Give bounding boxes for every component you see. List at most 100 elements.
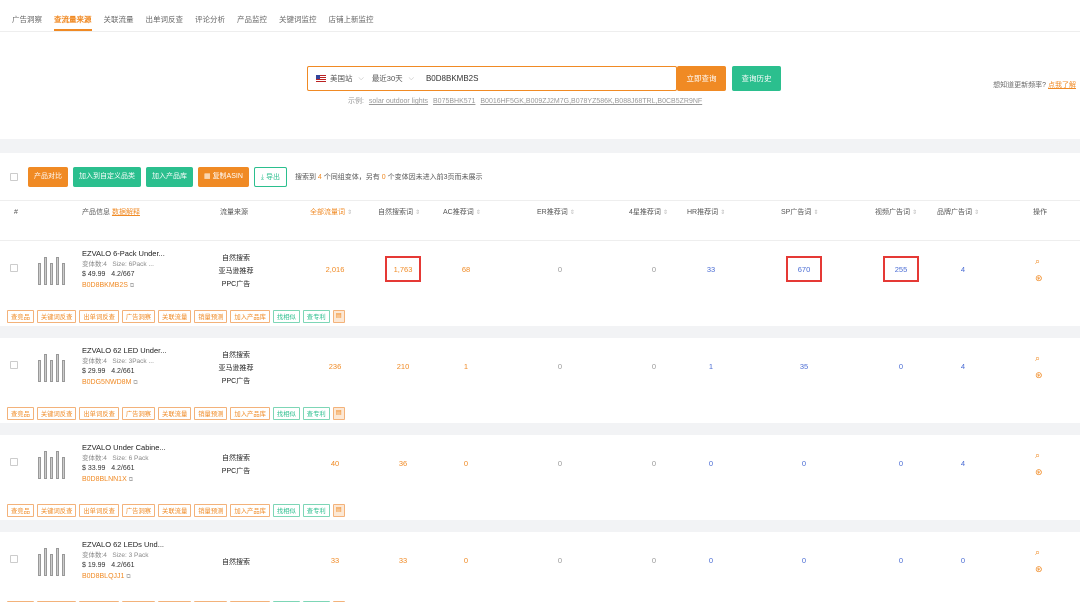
metric-hr[interactable]: 0 — [709, 459, 713, 468]
tag-button[interactable]: 关联流量 — [158, 310, 192, 323]
metric-total[interactable]: 236 — [329, 362, 342, 371]
chevron-down-icon[interactable]: ⌵ — [359, 75, 364, 83]
tag-button[interactable]: 加入产品库 — [230, 310, 270, 323]
tag-button[interactable]: 出单词反查 — [79, 310, 119, 323]
metric-er[interactable]: 0 — [558, 265, 562, 274]
metric-brand[interactable]: 4 — [961, 459, 965, 468]
search-icon[interactable]: ⌕ — [1035, 350, 1043, 367]
tag-button[interactable]: 查竞品 — [7, 407, 34, 420]
freq-link[interactable]: 点我了解 — [1048, 82, 1076, 89]
location-pin-icon[interactable]: ⊛ — [1035, 367, 1043, 384]
tag-button[interactable]: 出单词反查 — [79, 407, 119, 420]
tag-button[interactable]: 查专利 — [302, 407, 330, 420]
tag-button[interactable]: 销量预测 — [194, 504, 228, 517]
tag-button[interactable]: 查竞品 — [7, 504, 34, 517]
metric-organic[interactable]: 36 — [399, 459, 407, 468]
select-all-checkbox[interactable] — [10, 172, 18, 181]
tag-button[interactable]: 关联流量 — [158, 407, 192, 420]
col-four-star[interactable]: 4星推荐词 ⇕ — [629, 201, 668, 241]
product-thumbnail[interactable] — [30, 540, 72, 580]
product-thumbnail[interactable] — [30, 346, 72, 386]
metric-brand[interactable]: 4 — [961, 362, 965, 371]
range-select[interactable]: 最近30天 — [372, 73, 403, 84]
tag-button[interactable]: 销量预测 — [194, 310, 228, 323]
tag-button[interactable]: 找相似 — [272, 504, 300, 517]
metric-organic[interactable]: 210 — [397, 362, 410, 371]
tag-button[interactable]: 广告洞察 — [121, 310, 156, 323]
product-name[interactable]: EZVALO 6-Pack Under... — [82, 249, 165, 260]
product-name[interactable]: EZVALO Under Cabine... — [82, 443, 166, 454]
search-icon[interactable]: ⌕ — [1035, 447, 1043, 464]
metric-er[interactable]: 0 — [558, 459, 562, 468]
tag-button[interactable]: 广告洞察 — [121, 407, 156, 420]
col-ac[interactable]: AC推荐词 ⇕ — [443, 201, 481, 241]
product-thumbnail[interactable] — [30, 249, 72, 289]
col-brand[interactable]: 品牌广告词 ⇕ — [937, 201, 979, 241]
external-link-icon[interactable]: ⧉ — [126, 574, 130, 580]
metric-sp[interactable]: 0 — [802, 459, 806, 468]
metric-four-star[interactable]: 0 — [652, 459, 656, 468]
row-checkbox[interactable] — [10, 458, 18, 466]
tab-traffic-source[interactable]: 查流量来源 — [48, 0, 98, 31]
data-explain-link[interactable]: 数据解释 — [112, 209, 140, 216]
col-video[interactable]: 视频广告词 ⇕ — [875, 201, 917, 241]
tag-button[interactable]: 查专利 — [302, 504, 330, 517]
tag-button[interactable]: 加入产品库 — [230, 407, 270, 420]
tab-related-traffic[interactable]: 关联流量 — [98, 0, 140, 31]
add-category-button[interactable]: 加入到自定义品类 — [73, 166, 141, 187]
add-library-button[interactable]: 加入产品库 — [146, 166, 193, 187]
tag-button[interactable]: 加入产品库 — [230, 504, 270, 517]
product-name[interactable]: EZVALO 62 LEDs Und... — [82, 540, 164, 551]
metric-video[interactable]: 0 — [899, 556, 903, 565]
product-asin[interactable]: B0DG5NWD8M ⧉ — [82, 378, 167, 389]
metric-organic[interactable]: 33 — [399, 556, 407, 565]
metric-ac[interactable]: 0 — [464, 556, 468, 565]
calculator-icon[interactable]: ▤ — [332, 504, 345, 517]
product-asin[interactable]: B0D8BLQJJ1 ⧉ — [82, 572, 164, 583]
col-hr[interactable]: HR推荐词 ⇕ — [687, 201, 725, 241]
search-input[interactable]: B0D8BKMB2S — [426, 74, 478, 83]
col-sp[interactable]: SP广告词 ⇕ — [781, 201, 818, 241]
metric-total[interactable]: 33 — [331, 556, 339, 565]
tab-order-keywords[interactable]: 出单词反查 — [140, 0, 190, 31]
metric-video[interactable]: 0 — [899, 362, 903, 371]
tab-store-monitor[interactable]: 店铺上新监控 — [323, 0, 380, 31]
location-pin-icon[interactable]: ⊛ — [1035, 464, 1043, 481]
tag-button[interactable]: 出单词反查 — [79, 504, 119, 517]
metric-ac[interactable]: 1 — [464, 362, 468, 371]
tab-keyword-monitor[interactable]: 关键词监控 — [273, 0, 323, 31]
row-checkbox[interactable] — [10, 264, 18, 272]
product-thumbnail[interactable] — [30, 443, 72, 483]
metric-er[interactable]: 0 — [558, 362, 562, 371]
location-pin-icon[interactable]: ⊛ — [1035, 561, 1043, 578]
tab-review-analysis[interactable]: 评论分析 — [189, 0, 231, 31]
metric-total[interactable]: 40 — [331, 459, 339, 468]
metric-hr[interactable]: 0 — [709, 556, 713, 565]
product-name[interactable]: EZVALO 62 LED Under... — [82, 346, 167, 357]
compare-button[interactable]: 产品对比 — [28, 166, 68, 187]
calculator-icon[interactable]: ▤ — [332, 310, 345, 323]
query-button[interactable]: 立即查询 — [677, 66, 726, 91]
metric-sp[interactable]: 0 — [802, 556, 806, 565]
tag-button[interactable]: 找相似 — [272, 310, 300, 323]
metric-brand[interactable]: 4 — [961, 265, 965, 274]
chevron-down-icon[interactable]: ⌵ — [409, 75, 414, 83]
example-link[interactable]: B075BHK571 — [433, 98, 475, 105]
search-icon[interactable]: ⌕ — [1035, 544, 1043, 561]
copy-asin-button[interactable]: ▦ 复制ASIN — [198, 166, 249, 187]
metric-sp[interactable]: 35 — [800, 362, 808, 371]
tag-button[interactable]: 关联流量 — [158, 504, 192, 517]
metric-brand[interactable]: 0 — [961, 556, 965, 565]
metric-ac[interactable]: 68 — [462, 265, 470, 274]
example-link[interactable]: B0016HF5GK,B009ZJ2M7G,B078YZ586K,B088J68… — [480, 98, 702, 105]
tag-button[interactable]: 广告洞察 — [121, 504, 156, 517]
external-link-icon[interactable]: ⧉ — [130, 283, 134, 289]
row-checkbox[interactable] — [10, 555, 18, 563]
external-link-icon[interactable]: ⧉ — [129, 477, 133, 483]
location-pin-icon[interactable]: ⊛ — [1035, 270, 1043, 287]
row-checkbox[interactable] — [10, 361, 18, 369]
external-link-icon[interactable]: ⧉ — [133, 380, 137, 386]
metric-four-star[interactable]: 0 — [652, 362, 656, 371]
site-select[interactable]: 美国站 — [330, 73, 353, 84]
metric-video[interactable]: 0 — [899, 459, 903, 468]
